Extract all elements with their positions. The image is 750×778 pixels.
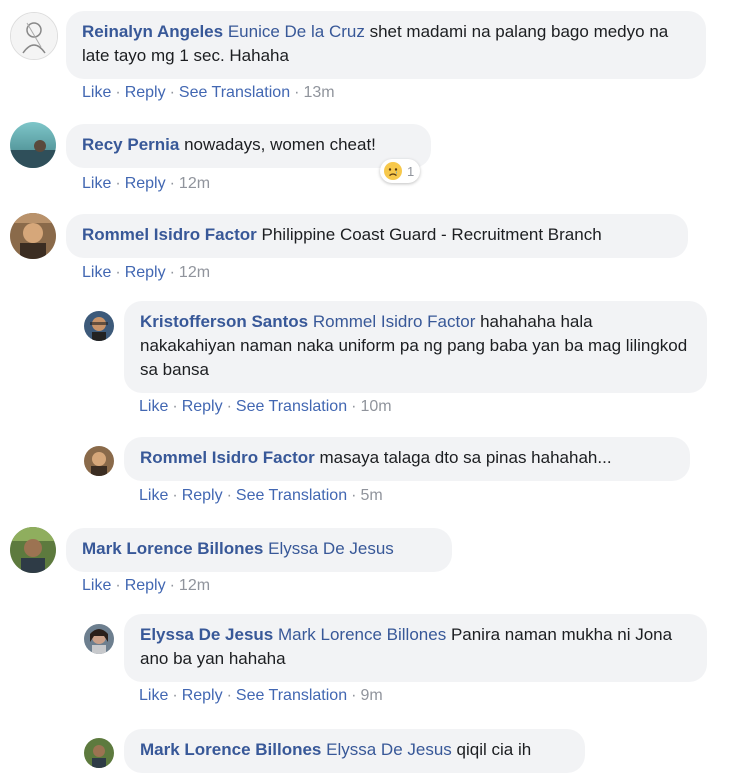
timestamp[interactable]: 12m: [179, 264, 210, 281]
avatar[interactable]: [10, 527, 56, 573]
timestamp[interactable]: 10m: [360, 398, 391, 415]
reply-link[interactable]: Reply: [125, 84, 166, 101]
reaction-count: 1: [407, 163, 415, 179]
reply-link[interactable]: Reply: [125, 264, 166, 281]
reply-link[interactable]: Reply: [182, 398, 223, 415]
comment-actions: Like · Reply · See Translation · 9m: [139, 687, 383, 704]
sad-emoji-icon: [384, 162, 402, 180]
commenter-name[interactable]: Elyssa De Jesus: [140, 625, 273, 644]
commenter-name[interactable]: Mark Lorence Billones: [82, 539, 263, 558]
like-link[interactable]: Like: [139, 687, 168, 704]
commenter-name[interactable]: Rommel Isidro Factor: [140, 448, 315, 467]
reply-link[interactable]: Reply: [182, 487, 223, 504]
comment-text: masaya talaga dto sa pinas hahahah...: [319, 448, 612, 467]
reply-link[interactable]: Reply: [182, 687, 223, 704]
comment-actions: Like · Reply · 12m: [82, 577, 211, 594]
comment-text: Philippine Coast Guard - Recruitment Bra…: [261, 225, 602, 244]
comment-bubble: Recy Pernia nowadays, women cheat!: [66, 124, 431, 168]
reply-link[interactable]: Reply: [125, 577, 166, 594]
comment-actions: Like · Reply · See Translation · 13m: [82, 84, 335, 101]
see-translation-link[interactable]: See Translation: [236, 487, 347, 504]
comment-actions: Like · Reply · 12m: [82, 264, 211, 281]
comment-actions: Like · Reply · 12m: [82, 175, 211, 192]
mention-link[interactable]: Elyssa De Jesus: [326, 740, 452, 759]
commenter-name[interactable]: Kristofferson Santos: [140, 312, 308, 331]
avatar[interactable]: [10, 122, 56, 168]
comment-actions: Like · Reply · See Translation · 5m: [139, 487, 383, 504]
like-link[interactable]: Like: [82, 264, 111, 281]
avatar[interactable]: [84, 738, 114, 768]
comment-bubble: Reinalyn Angeles Eunice De la Cruz shet …: [66, 11, 706, 79]
reply-bubble: Elyssa De Jesus Mark Lorence Billones Pa…: [124, 614, 707, 682]
comment-bubble: Rommel Isidro Factor Philippine Coast Gu…: [66, 214, 688, 258]
like-link[interactable]: Like: [82, 84, 111, 101]
reply-bubble: Mark Lorence Billones Elyssa De Jesus qi…: [124, 729, 585, 773]
timestamp[interactable]: 5m: [360, 487, 382, 504]
see-translation-link[interactable]: See Translation: [236, 687, 347, 704]
see-translation-link[interactable]: See Translation: [179, 84, 290, 101]
timestamp[interactable]: 9m: [360, 687, 382, 704]
timestamp[interactable]: 12m: [179, 175, 210, 192]
reply-bubble: Rommel Isidro Factor masaya talaga dto s…: [124, 437, 690, 481]
avatar[interactable]: [84, 446, 114, 476]
mention-link[interactable]: Eunice De la Cruz: [228, 22, 365, 41]
mention-link[interactable]: Rommel Isidro Factor: [313, 312, 475, 331]
like-link[interactable]: Like: [82, 577, 111, 594]
avatar[interactable]: [10, 12, 58, 60]
comment-text: nowadays, women cheat!: [184, 135, 376, 154]
mention-link[interactable]: Elyssa De Jesus: [268, 539, 394, 558]
like-link[interactable]: Like: [139, 398, 168, 415]
like-link[interactable]: Like: [139, 487, 168, 504]
comment-bubble: Mark Lorence Billones Elyssa De Jesus: [66, 528, 452, 572]
see-translation-link[interactable]: See Translation: [236, 398, 347, 415]
like-link[interactable]: Like: [82, 175, 111, 192]
avatar[interactable]: [84, 624, 114, 654]
reaction-badge[interactable]: 1: [380, 159, 421, 183]
avatar[interactable]: [84, 311, 114, 341]
avatar[interactable]: [10, 213, 56, 259]
reply-bubble: Kristofferson Santos Rommel Isidro Facto…: [124, 301, 707, 393]
commenter-name[interactable]: Reinalyn Angeles: [82, 22, 223, 41]
commenter-name[interactable]: Recy Pernia: [82, 135, 179, 154]
commenter-name[interactable]: Mark Lorence Billones: [140, 740, 321, 759]
commenter-name[interactable]: Rommel Isidro Factor: [82, 225, 257, 244]
comment-actions: Like · Reply · See Translation · 10m: [139, 398, 392, 415]
timestamp[interactable]: 13m: [303, 84, 334, 101]
comment-text: qiqil cia ih: [456, 740, 532, 759]
mention-link[interactable]: Mark Lorence Billones: [278, 625, 446, 644]
timestamp[interactable]: 12m: [179, 577, 210, 594]
reply-link[interactable]: Reply: [125, 175, 166, 192]
